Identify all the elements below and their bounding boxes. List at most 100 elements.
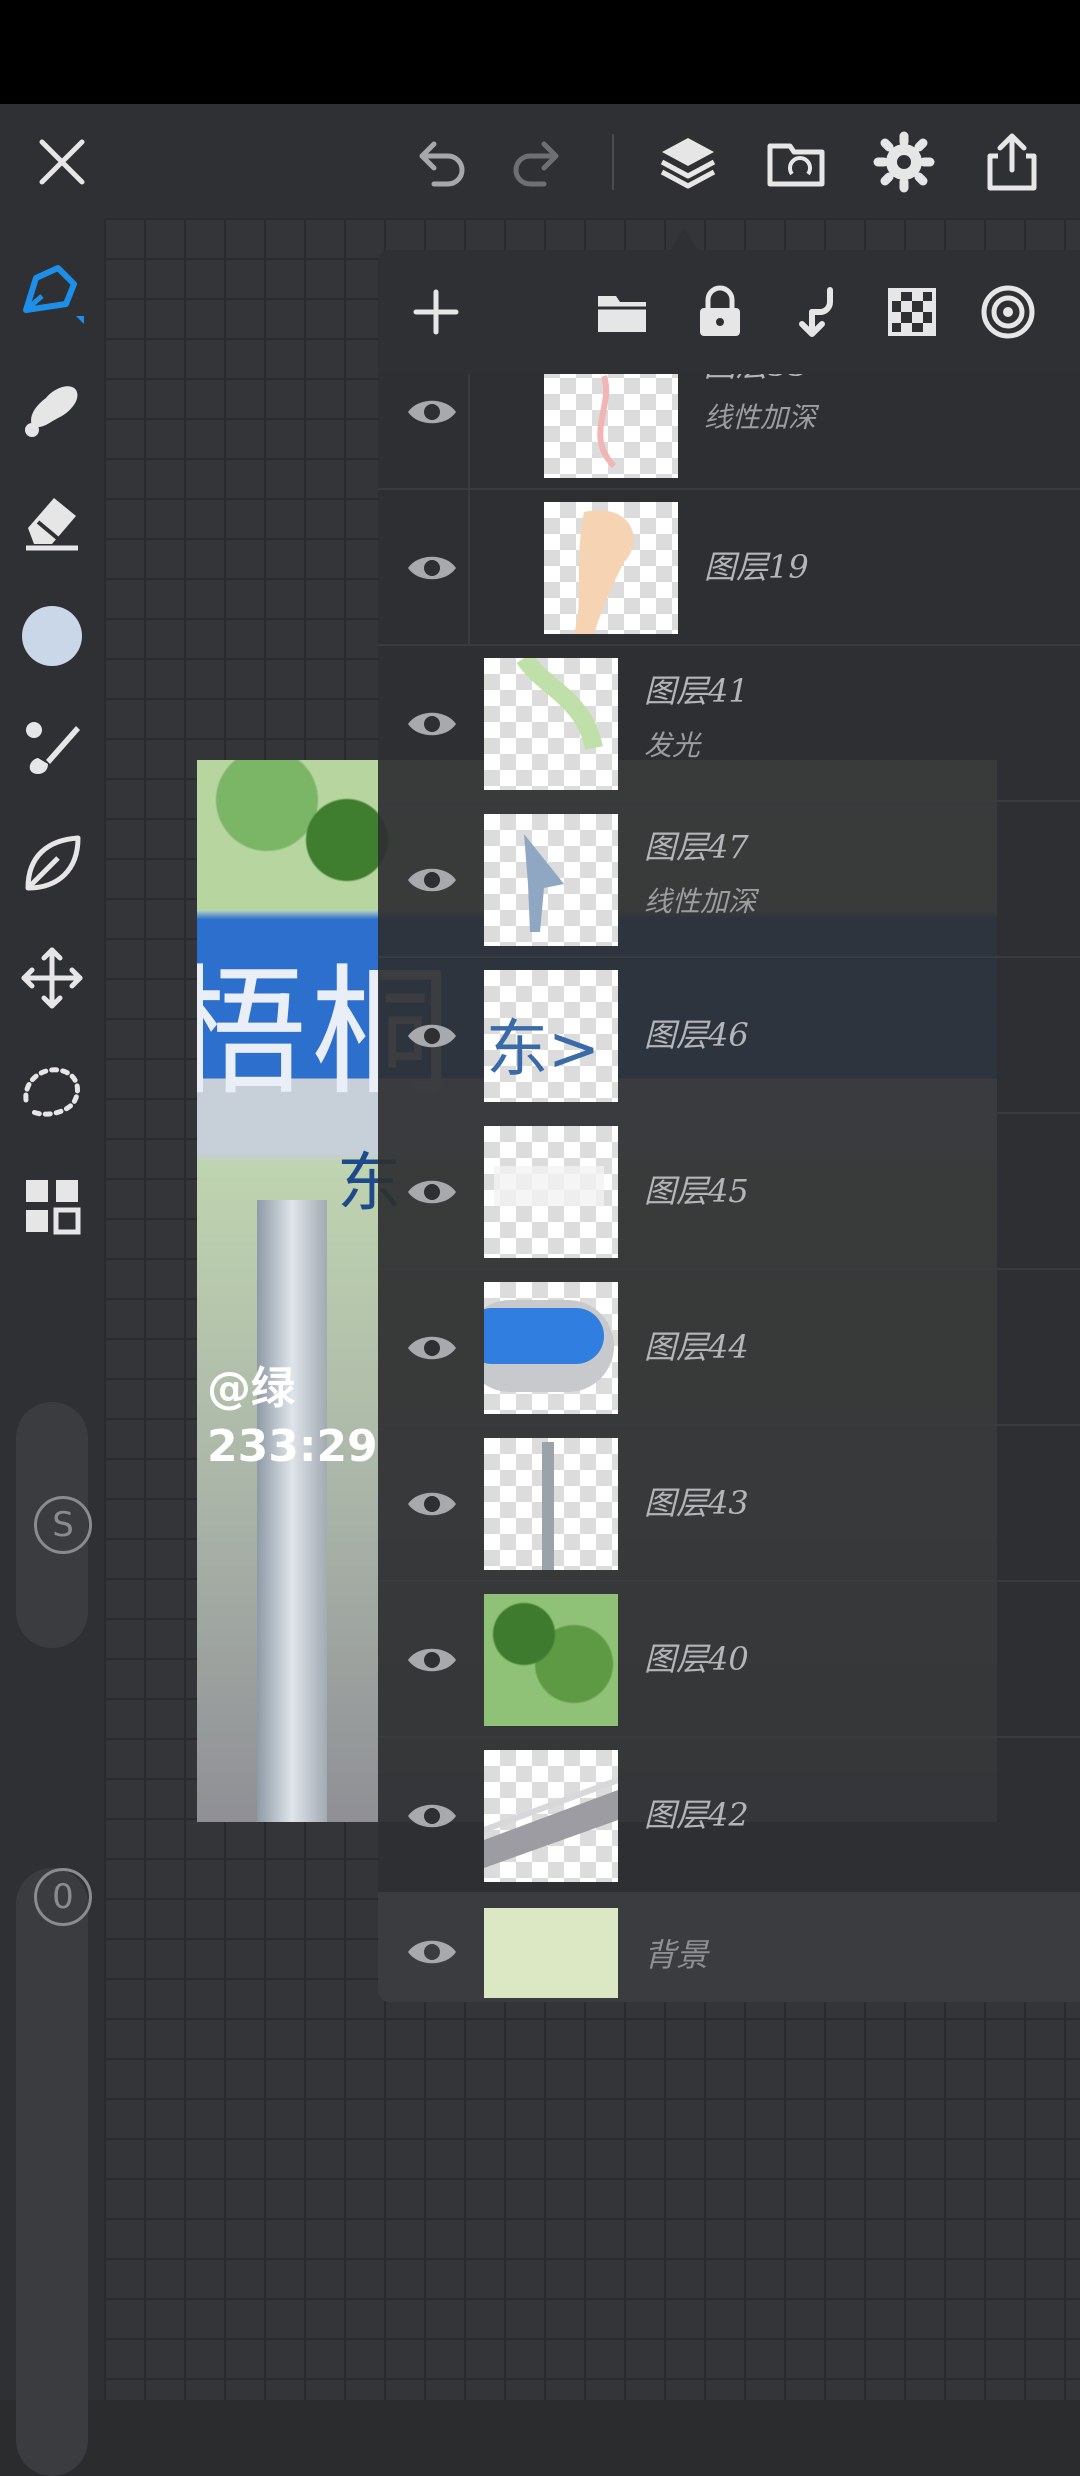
- layer-name: 图层43: [644, 1484, 749, 1522]
- layers-panel: 图层33 线性加深 图层19 图层41 发光 图层47 线性加深 东>: [378, 250, 1080, 2002]
- color-swatch-icon: [22, 606, 82, 666]
- layer-name: 图层33: [704, 374, 809, 386]
- lasso-icon: [23, 1067, 80, 1117]
- layer-name: 背景: [644, 1936, 709, 1974]
- eye-icon: [408, 1648, 456, 1672]
- color-picker-button[interactable]: [12, 596, 92, 676]
- layer-name: 图层41: [644, 672, 749, 710]
- visibility-toggle[interactable]: [398, 1782, 466, 1850]
- layer-row[interactable]: 图层43: [378, 1426, 1080, 1582]
- eye-icon: [408, 400, 456, 424]
- visibility-toggle[interactable]: [398, 1314, 466, 1382]
- settings-button[interactable]: [864, 122, 944, 202]
- opacity-slider-knob[interactable]: 0: [34, 1868, 92, 1926]
- new-group-button[interactable]: [582, 272, 662, 352]
- layers-icon: [660, 138, 716, 189]
- liquify-tool-button[interactable]: [12, 824, 92, 904]
- layer-name: 图层44: [644, 1328, 749, 1366]
- background-color-swatch[interactable]: [484, 1908, 618, 1998]
- brush-settings-button[interactable]: [12, 710, 92, 790]
- layer-thumbnail: [484, 658, 618, 790]
- visibility-toggle[interactable]: [398, 378, 466, 446]
- layer-row[interactable]: 图层19: [378, 490, 1080, 646]
- layer-thumbnail: [544, 502, 678, 634]
- layers-toolbar: [378, 250, 1080, 374]
- layer-name: 图层19: [704, 548, 809, 586]
- layer-thumbnail: [484, 1750, 618, 1882]
- visibility-toggle[interactable]: [398, 1918, 466, 1986]
- smudge-tool-button[interactable]: [12, 368, 92, 448]
- eye-icon: [408, 556, 456, 580]
- layers-button[interactable]: [648, 122, 728, 202]
- layer-name: 图层46: [644, 1016, 749, 1054]
- share-button[interactable]: [972, 122, 1052, 202]
- layer-row[interactable]: 图层41 发光: [378, 646, 1080, 802]
- layer-row[interactable]: 图层45: [378, 1114, 1080, 1270]
- layer-row[interactable]: 图层44: [378, 1270, 1080, 1426]
- lasso-select-button[interactable]: [12, 1052, 92, 1132]
- merge-down-icon: [799, 287, 833, 337]
- eye-icon: [408, 868, 456, 892]
- close-icon: [39, 139, 85, 185]
- layer-thumbnail: [484, 1282, 618, 1414]
- eraser-tool-button[interactable]: [12, 482, 92, 562]
- layer-thumbnail: [484, 1438, 618, 1570]
- undo-button[interactable]: [400, 122, 480, 202]
- layer-thumbnail: [484, 814, 618, 946]
- transparency-icon: [888, 288, 936, 336]
- eye-icon: [408, 1804, 456, 1828]
- lock-icon: [700, 285, 740, 336]
- layer-name: 图层47: [644, 828, 749, 866]
- smudge-icon: [25, 386, 78, 437]
- size-slider-knob[interactable]: S: [34, 1496, 92, 1554]
- layers-popover-caret: [670, 228, 698, 250]
- eraser-icon: [26, 498, 78, 551]
- transparency-button[interactable]: [872, 272, 952, 352]
- gallery-button[interactable]: [756, 122, 836, 202]
- visibility-toggle[interactable]: [398, 534, 466, 602]
- add-layer-icon: [413, 289, 459, 335]
- status-bar: [0, 0, 1080, 104]
- share-icon: [987, 133, 1037, 191]
- layers-list: 图层33 线性加深 图层19 图层41 发光 图层47 线性加深 东>: [378, 374, 1080, 2002]
- gallery-icon: [767, 143, 825, 187]
- eye-icon: [408, 712, 456, 736]
- brush-settings-icon: [26, 722, 80, 774]
- layer-name: 图层45: [644, 1172, 749, 1210]
- top-toolbar: [0, 104, 1080, 218]
- layer-name: 图层42: [644, 1796, 749, 1834]
- opacity-slider[interactable]: 0: [16, 1868, 92, 2476]
- lock-layer-button[interactable]: [680, 272, 760, 352]
- left-toolbar: S 0: [0, 218, 104, 2476]
- redo-button[interactable]: [498, 122, 578, 202]
- reference-icon: [981, 285, 1035, 339]
- brush-size-slider[interactable]: S: [16, 1402, 92, 1648]
- visibility-toggle[interactable]: [398, 690, 466, 758]
- layer-row[interactable]: 图层47 线性加深: [378, 802, 1080, 958]
- visibility-toggle[interactable]: [398, 1002, 466, 1070]
- thumbnail-text: 东>: [486, 1012, 600, 1085]
- more-tools-button[interactable]: [12, 1166, 92, 1246]
- visibility-toggle[interactable]: [398, 846, 466, 914]
- layer-name: 图层40: [644, 1640, 749, 1678]
- close-button[interactable]: [22, 122, 102, 202]
- visibility-toggle[interactable]: [398, 1626, 466, 1694]
- eye-icon: [408, 1180, 456, 1204]
- layer-row[interactable]: 东> 图层46: [378, 958, 1080, 1114]
- pen-tool-button[interactable]: [12, 254, 92, 334]
- transform-tool-button[interactable]: [12, 938, 92, 1018]
- visibility-toggle[interactable]: [398, 1470, 466, 1538]
- merge-down-button[interactable]: [776, 272, 856, 352]
- eye-icon: [408, 1940, 456, 1964]
- layer-row-background[interactable]: 背景: [378, 1894, 1080, 2002]
- artwork-credit: @绿 233:29: [207, 1363, 378, 1472]
- layer-row[interactable]: 图层33 线性加深: [378, 374, 1080, 490]
- eye-icon: [408, 1024, 456, 1048]
- layer-blend-mode: 发光: [644, 729, 701, 762]
- layer-row[interactable]: 图层42: [378, 1738, 1080, 1894]
- reference-layer-button[interactable]: [968, 272, 1048, 352]
- add-layer-button[interactable]: [396, 272, 476, 352]
- visibility-toggle[interactable]: [398, 1158, 466, 1226]
- layer-row[interactable]: 图层40: [378, 1582, 1080, 1738]
- leaf-icon: [25, 835, 81, 891]
